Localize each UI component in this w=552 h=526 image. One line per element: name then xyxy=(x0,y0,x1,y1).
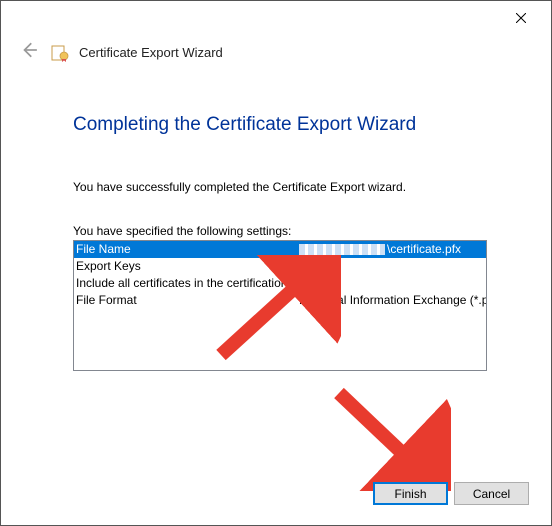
back-arrow-icon xyxy=(20,41,38,59)
cancel-button[interactable]: Cancel xyxy=(454,482,529,505)
page-heading: Completing the Certificate Export Wizard xyxy=(73,114,491,136)
settings-row[interactable]: Export Keys Yes xyxy=(74,258,486,275)
settings-row[interactable]: File Format Personal Information Exchang… xyxy=(74,292,486,309)
wizard-title: Certificate Export Wizard xyxy=(79,45,223,60)
settings-key: File Name xyxy=(74,241,299,258)
titlebar xyxy=(1,1,551,35)
settings-value: Yes xyxy=(299,275,486,292)
redacted-path xyxy=(299,244,385,255)
settings-key: Include all certificates in the certific… xyxy=(74,275,299,292)
success-message: You have successfully completed the Cert… xyxy=(73,180,491,194)
close-icon xyxy=(516,13,526,23)
settings-row[interactable]: File Name \certificate.pfx xyxy=(74,241,486,258)
settings-value: Personal Information Exchange (*.pfx) xyxy=(299,292,486,309)
certificate-icon xyxy=(51,44,69,62)
settings-value: \certificate.pfx xyxy=(299,241,486,258)
annotation-arrow xyxy=(321,381,451,491)
wizard-header: Certificate Export Wizard xyxy=(1,35,551,78)
back-button[interactable] xyxy=(17,41,41,64)
settings-list[interactable]: File Name \certificate.pfx Export Keys Y… xyxy=(73,240,487,371)
close-button[interactable] xyxy=(501,4,541,32)
settings-intro: You have specified the following setting… xyxy=(73,224,491,238)
wizard-content: Completing the Certificate Export Wizard… xyxy=(1,78,551,371)
settings-row[interactable]: Include all certificates in the certific… xyxy=(74,275,486,292)
finish-button[interactable]: Finish xyxy=(373,482,448,505)
settings-key: Export Keys xyxy=(74,258,299,275)
settings-value: Yes xyxy=(299,258,486,275)
settings-key: File Format xyxy=(74,292,299,309)
wizard-footer: Finish Cancel xyxy=(373,482,529,505)
